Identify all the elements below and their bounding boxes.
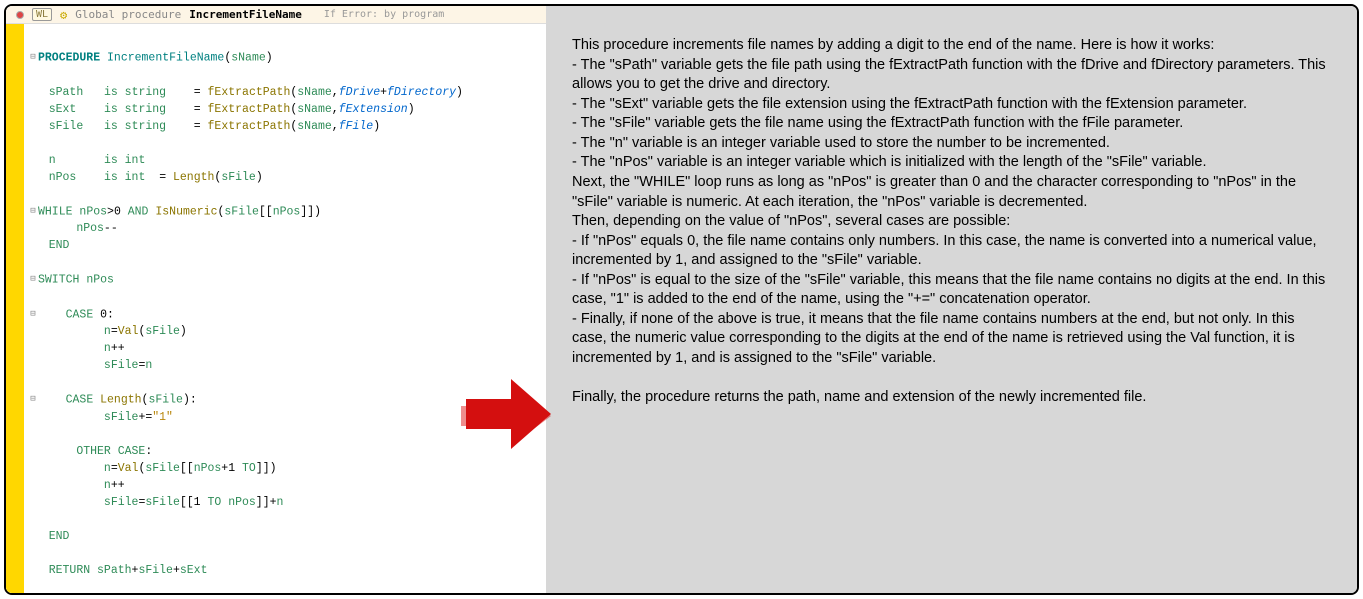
desc-switch: Then, depending on the value of "nPos", … bbox=[572, 212, 1331, 232]
record-dot-icon bbox=[16, 11, 24, 19]
tab-procedure-name: IncrementFileName bbox=[189, 8, 302, 21]
desc-bullet: - The "nPos" variable is an integer vari… bbox=[572, 153, 1331, 173]
desc-case: - If "nPos" equals 0, the file name cont… bbox=[572, 232, 1331, 271]
wl-badge: WL bbox=[32, 8, 52, 21]
desc-bullet: - The "sExt" variable gets the file exte… bbox=[572, 95, 1331, 115]
main-frame: WL ⚙ Global procedure IncrementFileName … bbox=[4, 4, 1359, 595]
arrow-icon bbox=[456, 376, 556, 461]
desc-while: Next, the "WHILE" loop runs as long as "… bbox=[572, 173, 1331, 212]
gutter bbox=[6, 24, 24, 593]
code-editor-panel: WL ⚙ Global procedure IncrementFileName … bbox=[6, 6, 546, 593]
desc-bullet: - The "sFile" variable gets the file nam… bbox=[572, 114, 1331, 134]
desc-intro: This procedure increments file names by … bbox=[572, 36, 1331, 56]
desc-case: - Finally, if none of the above is true,… bbox=[572, 310, 1331, 369]
desc-case: - If "nPos" is equal to the size of the … bbox=[572, 271, 1331, 310]
tab-prefix: Global procedure bbox=[75, 8, 181, 21]
error-mode-label: If Error: by program bbox=[324, 9, 444, 20]
desc-bullet: - The "sPath" variable gets the file pat… bbox=[572, 56, 1331, 95]
gear-icon: ⚙ bbox=[60, 8, 67, 22]
desc-return: Finally, the procedure returns the path,… bbox=[572, 388, 1331, 408]
desc-bullet: - The "n" variable is an integer variabl… bbox=[572, 134, 1331, 154]
code-content: ⊟PROCEDURE IncrementFileName(sName) sPat… bbox=[28, 32, 546, 593]
description-panel: This procedure increments file names by … bbox=[546, 6, 1357, 593]
editor-tab-bar: WL ⚙ Global procedure IncrementFileName … bbox=[6, 6, 546, 24]
code-area[interactable]: ⊟PROCEDURE IncrementFileName(sName) sPat… bbox=[6, 24, 546, 593]
